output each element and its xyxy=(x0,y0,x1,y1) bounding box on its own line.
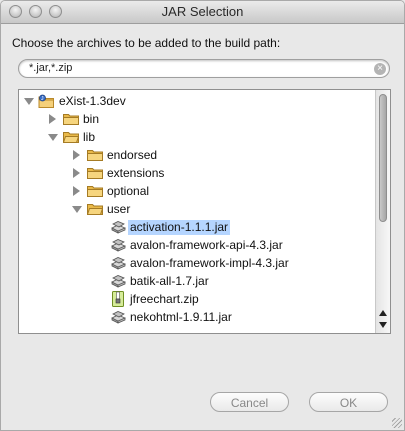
tree-row-optional[interactable]: optional xyxy=(19,182,374,200)
cancel-button[interactable]: Cancel xyxy=(210,392,289,412)
jar-file-icon xyxy=(111,257,126,270)
scrollbar-thumb[interactable] xyxy=(379,94,387,222)
tree-row-endorsed[interactable]: endorsed xyxy=(19,146,374,164)
tree-item-label: jfreechart.zip xyxy=(130,292,199,306)
folder-icon xyxy=(87,150,103,161)
folder-icon xyxy=(87,168,103,179)
title-bar: JAR Selection xyxy=(1,1,404,24)
collapsed-triangle-icon[interactable] xyxy=(73,186,80,196)
tree-item-label: nekohtml-1.9.11.jar xyxy=(130,310,232,324)
archive-tree[interactable]: J eXist-1.3dev bin lib endorsed extensio… xyxy=(18,89,391,334)
scroll-up-arrow-icon[interactable] xyxy=(379,310,387,316)
open-folder-icon xyxy=(63,132,79,143)
folder-icon xyxy=(63,114,79,125)
jar-file-icon xyxy=(111,239,126,252)
window-title: JAR Selection xyxy=(161,4,244,19)
ok-button[interactable]: OK xyxy=(309,392,388,412)
tree-item-label: eXist-1.3dev xyxy=(59,94,126,108)
filter-input[interactable]: *.jar,*.zip xyxy=(29,62,72,74)
vertical-scrollbar[interactable] xyxy=(375,90,390,333)
tree-row-avalon-api-jar[interactable]: avalon-framework-api-4.3.jar xyxy=(19,236,374,254)
clear-icon[interactable]: × xyxy=(374,63,386,75)
tree-row-user[interactable]: user xyxy=(19,200,374,218)
jar-file-icon xyxy=(111,221,126,234)
tree-item-label: user xyxy=(107,202,131,216)
collapsed-triangle-icon[interactable] xyxy=(49,114,56,124)
tree-item-label: avalon-framework-api-4.3.jar xyxy=(130,238,283,252)
expand-triangle-icon[interactable] xyxy=(48,134,58,141)
tree-row-lib[interactable]: lib xyxy=(19,128,374,146)
tree-row-jfreechart-zip[interactable]: jfreechart.zip xyxy=(19,290,374,308)
tree-item-label: avalon-framework-impl-4.3.jar xyxy=(130,256,289,270)
tree-item-label: activation-1.1.1.jar xyxy=(128,220,231,235)
tree-item-label: batik-all-1.7.jar xyxy=(130,274,209,288)
dialog-prompt: Choose the archives to be added to the b… xyxy=(12,36,281,50)
tree-item-label: lib xyxy=(83,130,96,144)
open-folder-icon xyxy=(87,204,103,215)
collapsed-triangle-icon[interactable] xyxy=(73,150,80,160)
folder-icon xyxy=(87,186,103,197)
filter-search-field[interactable]: *.jar,*.zip × xyxy=(18,59,390,78)
expand-triangle-icon[interactable] xyxy=(72,206,82,213)
expand-triangle-icon[interactable] xyxy=(24,98,34,105)
scroll-down-arrow-icon[interactable] xyxy=(379,322,387,328)
java-project-icon: J xyxy=(38,94,54,108)
jar-file-icon xyxy=(111,275,126,288)
tree-row-project[interactable]: J eXist-1.3dev xyxy=(19,92,374,110)
tree-item-label: bin xyxy=(83,112,100,126)
tree-row-activation-jar[interactable]: activation-1.1.1.jar xyxy=(19,218,374,236)
tree-row-batik-jar[interactable]: batik-all-1.7.jar xyxy=(19,272,374,290)
resize-grip-icon[interactable] xyxy=(392,418,402,428)
zip-file-icon xyxy=(112,291,124,307)
tree-row-bin[interactable]: bin xyxy=(19,110,374,128)
tree-row-avalon-impl-jar[interactable]: avalon-framework-impl-4.3.jar xyxy=(19,254,374,272)
tree-row-extensions[interactable]: extensions xyxy=(19,164,374,182)
jar-file-icon xyxy=(111,311,126,324)
collapsed-triangle-icon[interactable] xyxy=(73,168,80,178)
tree-item-label: optional xyxy=(107,184,150,198)
tree-row-nekohtml-jar[interactable]: nekohtml-1.9.11.jar xyxy=(19,308,374,326)
tree-item-label: extensions xyxy=(107,166,165,180)
jar-selection-dialog: JAR Selection Choose the archives to be … xyxy=(0,0,405,431)
tree-item-label: endorsed xyxy=(107,148,158,162)
